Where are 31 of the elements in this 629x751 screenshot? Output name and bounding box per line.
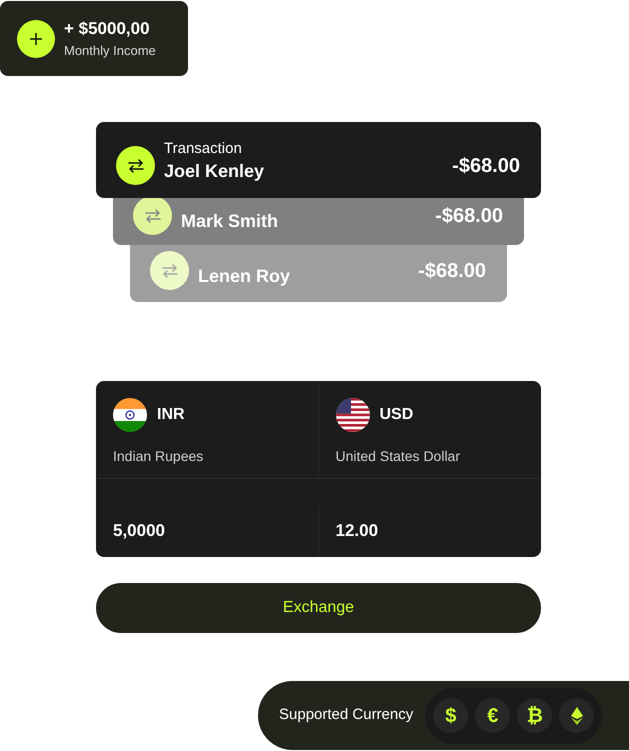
add-button[interactable] [17, 20, 55, 58]
currency-amount: 5,0000 [113, 520, 165, 542]
transaction-label: Transaction [164, 139, 243, 159]
india-flag-icon [113, 398, 147, 432]
currency-button[interactable]: € [475, 698, 510, 733]
transfer-icon [116, 146, 155, 185]
currency-button[interactable]: $ [433, 698, 468, 733]
transaction-card[interactable]: Mark Smith -$68.00 [113, 198, 524, 245]
currency-name: Indian Rupees [113, 447, 204, 466]
currency-code: INR [157, 405, 185, 425]
income-amount: + $5000,00 [64, 18, 151, 40]
transaction-name: Joel Kenley [164, 160, 266, 183]
transaction-name: Lenen Roy [198, 265, 292, 288]
currency-name: United States Dollar [336, 447, 462, 466]
transaction-amount: -$68.00 [435, 204, 503, 229]
transaction-name: Mark Smith [181, 210, 280, 233]
income-label: Monthly Income [64, 42, 156, 59]
transaction-amount: -$68.00 [418, 259, 486, 284]
currency-button[interactable] [559, 698, 594, 733]
supported-currency-label: Supported Currency [279, 705, 414, 726]
currency-button[interactable]: ₿ [517, 698, 552, 733]
transaction-card[interactable]: Transaction Joel Kenley -$68.00 [96, 122, 541, 198]
plus-icon [29, 32, 43, 46]
transfer-icon [133, 196, 172, 235]
exchange-button[interactable]: Exchange [96, 583, 541, 633]
diamond-icon [570, 706, 583, 724]
currency-code: USD [380, 405, 414, 425]
transfer-icon [150, 251, 189, 290]
usa-flag-icon [336, 398, 370, 432]
transaction-amount: -$68.00 [452, 154, 520, 179]
currency-amount: 12.00 [336, 520, 378, 542]
